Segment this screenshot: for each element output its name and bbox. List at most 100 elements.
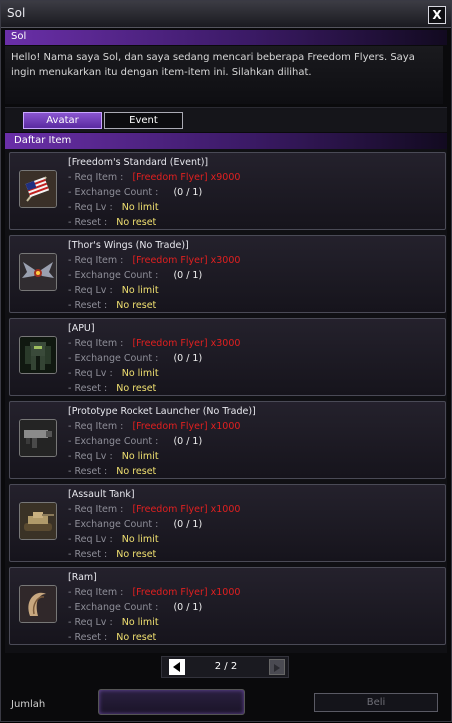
req-lv-label: - Req Lv : [68, 202, 113, 213]
reset-value: No reset [116, 217, 157, 228]
exchange-count-label: - Exchange Count : [68, 602, 159, 613]
wings-icon [19, 253, 57, 291]
reset-label: - Reset : [68, 300, 108, 311]
reset-label: - Reset : [68, 632, 108, 643]
mech-icon [19, 336, 57, 374]
reset-row: - Reset : No reset [68, 217, 156, 228]
req-item-label: - Req Item : [68, 172, 124, 183]
item-list-header: Daftar Item [5, 133, 447, 149]
exchange-count-label: - Exchange Count : [68, 270, 159, 281]
req-item-label: - Req Item : [68, 504, 124, 515]
req-lv-label: - Req Lv : [68, 368, 113, 379]
list-item[interactable]: [Assault Tank] - Req Item : [Freedom Flye… [9, 484, 446, 562]
next-page-button[interactable] [269, 659, 285, 675]
npc-dialog: Hello! Nama saya Sol, dan saya sedang me… [5, 46, 443, 104]
req-lv-row: - Req Lv : No limit [68, 202, 159, 213]
item-name: [Prototype Rocket Launcher (No Trade)] [68, 406, 256, 417]
req-item-label: - Req Item : [68, 338, 124, 349]
req-lv-value: No limit [121, 451, 159, 462]
list-item[interactable]: [Thor's Wings (No Trade)] - Req Item : [F… [9, 235, 446, 313]
req-lv-value: No limit [121, 285, 159, 296]
req-item-row: - Req Item : [Freedom Flyer] x1000 [68, 421, 240, 432]
npc-name: Sol [11, 31, 27, 42]
req-item-value: [Freedom Flyer] x9000 [132, 172, 241, 183]
title-bar[interactable]: Sol X [1, 1, 451, 28]
tab-avatar[interactable]: Avatar [23, 112, 102, 129]
reset-value: No reset [116, 632, 157, 643]
exchange-count-value: (0 / 1) [173, 436, 203, 447]
tab-event[interactable]: Event [104, 112, 183, 129]
buy-button[interactable]: Beli [314, 693, 438, 712]
item-list-title: Daftar Item [14, 135, 72, 146]
req-item-row: - Req Item : [Freedom Flyer] x1000 [68, 504, 240, 515]
exchange-count-row: - Exchange Count : (0 / 1) [68, 519, 202, 530]
reset-row: - Reset : No reset [68, 466, 156, 477]
req-item-label: - Req Item : [68, 255, 124, 266]
prev-page-button[interactable] [169, 659, 185, 675]
reset-label: - Reset : [68, 466, 108, 477]
footer: Jumlah Beli [1, 685, 451, 723]
npc-name-bar: Sol [5, 30, 447, 45]
exchange-count-value: (0 / 1) [173, 353, 203, 364]
exchange-count-label: - Exchange Count : [68, 436, 159, 447]
exchange-count-label: - Exchange Count : [68, 519, 159, 530]
exchange-count-value: (0 / 1) [173, 519, 203, 530]
item-name: [Freedom's Standard (Event)] [68, 157, 209, 168]
reset-row: - Reset : No reset [68, 383, 156, 394]
reset-value: No reset [116, 549, 157, 560]
arrow-left-icon [173, 662, 180, 672]
req-item-row: - Req Item : [Freedom Flyer] x3000 [68, 338, 240, 349]
req-item-value: [Freedom Flyer] x3000 [132, 338, 241, 349]
tab-bar: Avatar Event [5, 107, 447, 132]
req-lv-row: - Req Lv : No limit [68, 617, 159, 628]
list-item[interactable]: [Ram] - Req Item : [Freedom Flyer] x1000-… [9, 567, 446, 645]
req-item-row: - Req Item : [Freedom Flyer] x1000 [68, 587, 240, 598]
item-name: [Ram] [68, 572, 97, 583]
exchange-count-row: - Exchange Count : (0 / 1) [68, 270, 202, 281]
exchange-count-value: (0 / 1) [173, 270, 203, 281]
exchange-count-label: - Exchange Count : [68, 353, 159, 364]
req-item-value: [Freedom Flyer] x3000 [132, 255, 241, 266]
close-button[interactable]: X [428, 6, 446, 24]
req-item-row: - Req Item : [Freedom Flyer] x9000 [68, 172, 240, 183]
reset-row: - Reset : No reset [68, 300, 156, 311]
req-lv-label: - Req Lv : [68, 617, 113, 628]
exchange-count-row: - Exchange Count : (0 / 1) [68, 353, 202, 364]
flag-icon [19, 170, 57, 208]
exchange-window: Sol X Sol Hello! Nama saya Sol, dan saya… [0, 0, 452, 722]
req-item-row: - Req Item : [Freedom Flyer] x3000 [68, 255, 240, 266]
exchange-count-row: - Exchange Count : (0 / 1) [68, 436, 202, 447]
ram-horn-icon [19, 585, 57, 623]
pagination: 2 / 2 [161, 656, 289, 678]
list-item[interactable]: [Freedom's Standard (Event)] - Req Item :… [9, 152, 446, 230]
req-lv-row: - Req Lv : No limit [68, 285, 159, 296]
req-item-value: [Freedom Flyer] x1000 [132, 504, 241, 515]
reset-row: - Reset : No reset [68, 632, 156, 643]
list-item[interactable]: [Prototype Rocket Launcher (No Trade)] - … [9, 401, 446, 479]
exchange-count-label: - Exchange Count : [68, 187, 159, 198]
window-title: Sol [7, 6, 26, 20]
quantity-input[interactable] [98, 689, 245, 715]
item-name: [Thor's Wings (No Trade)] [68, 240, 189, 251]
req-lv-row: - Req Lv : No limit [68, 451, 159, 462]
req-lv-value: No limit [121, 202, 159, 213]
item-name: [Assault Tank] [68, 489, 135, 500]
rocket-launcher-icon [19, 419, 57, 457]
arrow-right-icon [274, 664, 280, 672]
reset-label: - Reset : [68, 217, 108, 228]
req-item-value: [Freedom Flyer] x1000 [132, 421, 241, 432]
req-lv-label: - Req Lv : [68, 285, 113, 296]
list-item[interactable]: [APU] - Req Item : [Freedom Flyer] x3000-… [9, 318, 446, 396]
reset-row: - Reset : No reset [68, 549, 156, 560]
tank-icon [19, 502, 57, 540]
reset-label: - Reset : [68, 549, 108, 560]
req-item-label: - Req Item : [68, 587, 124, 598]
req-lv-value: No limit [121, 534, 159, 545]
req-lv-label: - Req Lv : [68, 451, 113, 462]
exchange-count-row: - Exchange Count : (0 / 1) [68, 602, 202, 613]
item-list: [Freedom's Standard (Event)] - Req Item :… [5, 149, 447, 653]
exchange-count-row: - Exchange Count : (0 / 1) [68, 187, 202, 198]
exchange-count-value: (0 / 1) [173, 187, 203, 198]
req-lv-row: - Req Lv : No limit [68, 534, 159, 545]
quantity-label: Jumlah [11, 699, 46, 710]
